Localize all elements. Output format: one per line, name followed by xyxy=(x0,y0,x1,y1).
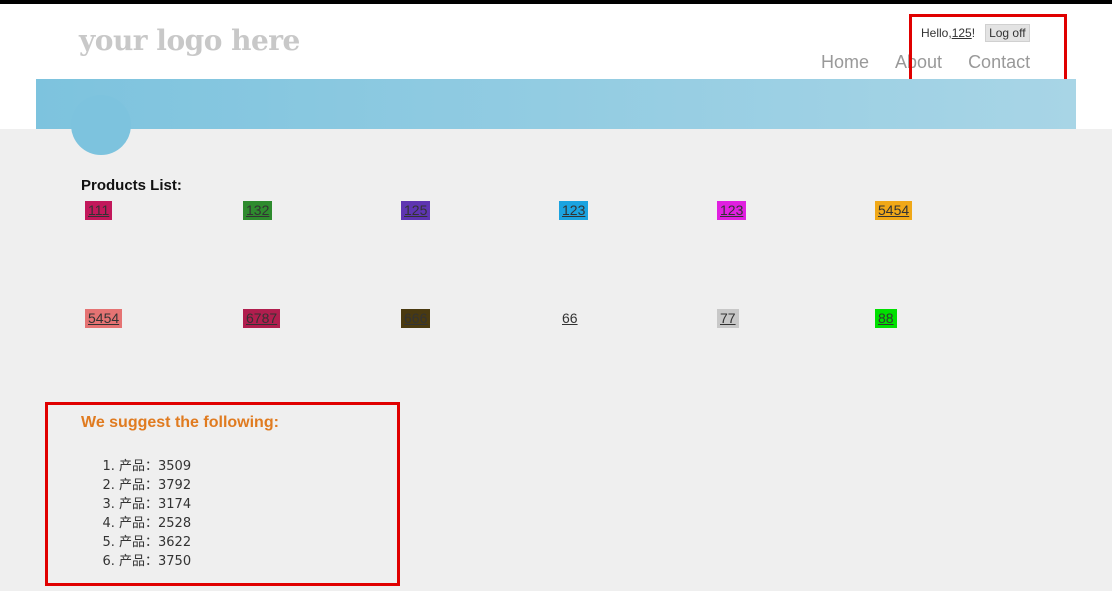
suggestions-list: 产品：3509 产品：3792 产品：3174 产品：2528 产品：3622 … xyxy=(81,457,191,571)
nav-home[interactable]: Home xyxy=(821,52,869,73)
product-link[interactable]: 5454 xyxy=(85,309,123,328)
header-banner xyxy=(36,79,1076,129)
product-link[interactable]: 666 xyxy=(401,309,431,328)
top-border xyxy=(0,0,1112,4)
suggestion-item: 产品：2528 xyxy=(119,514,191,533)
suggestion-item: 产品：3750 xyxy=(119,552,191,571)
site-logo[interactable]: your logo here xyxy=(79,24,300,57)
banner-circle xyxy=(71,95,131,155)
product-link[interactable]: 88 xyxy=(875,309,897,328)
product-link[interactable]: 77 xyxy=(717,309,739,328)
product-link[interactable]: 125 xyxy=(401,201,431,220)
suggestion-item: 产品：3622 xyxy=(119,533,191,552)
suggestion-item: 产品：3174 xyxy=(119,495,191,514)
product-link[interactable]: 123 xyxy=(717,201,747,220)
product-link[interactable]: 6787 xyxy=(243,309,281,328)
product-link[interactable]: 5454 xyxy=(875,201,913,220)
suggestion-item: 产品：3509 xyxy=(119,457,191,476)
product-link[interactable]: 123 xyxy=(559,201,589,220)
suggestion-item: 产品：3792 xyxy=(119,476,191,495)
suggestions-title: We suggest the following: xyxy=(81,414,279,431)
products-title: Products List: xyxy=(81,177,182,194)
product-link[interactable]: 132 xyxy=(243,201,273,220)
product-link[interactable]: 66 xyxy=(559,309,581,328)
product-link[interactable]: 111 xyxy=(85,201,113,220)
